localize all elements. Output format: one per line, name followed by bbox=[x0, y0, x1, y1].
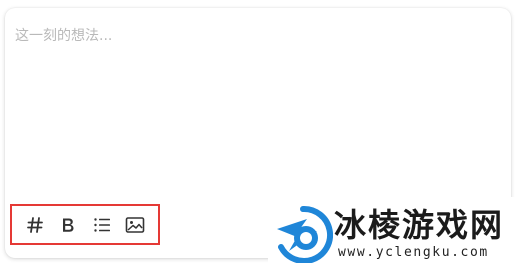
formatting-toolbar bbox=[10, 204, 160, 245]
site-logo-icon bbox=[277, 205, 333, 263]
hashtag-icon bbox=[26, 216, 43, 233]
page: 冰棱游戏网 www.yclengku.com bbox=[0, 0, 519, 267]
watermark-title: 冰棱游戏网 bbox=[334, 206, 505, 244]
bold-button[interactable] bbox=[55, 212, 81, 238]
list-icon bbox=[94, 217, 110, 232]
hashtag-button[interactable] bbox=[22, 212, 48, 238]
image-icon bbox=[125, 216, 145, 233]
bold-icon bbox=[63, 218, 74, 232]
watermark-url: www.yclengku.com bbox=[338, 245, 489, 260]
list-button[interactable] bbox=[89, 212, 115, 238]
image-button[interactable] bbox=[122, 212, 148, 238]
site-watermark: 冰棱游戏网 www.yclengku.com bbox=[268, 197, 519, 267]
memo-input[interactable] bbox=[15, 25, 495, 195]
